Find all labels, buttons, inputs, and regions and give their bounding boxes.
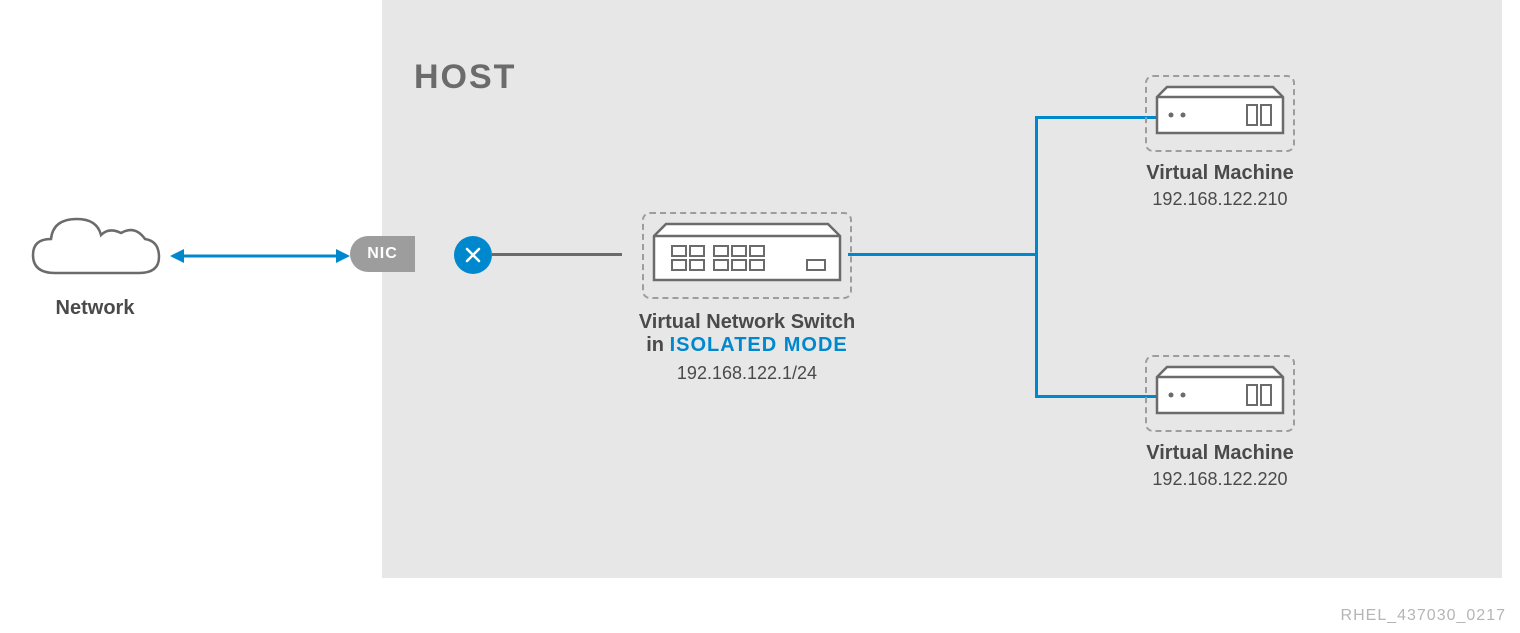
reference-id: RHEL_437030_0217: [1341, 607, 1506, 625]
host-container: HOST Virt: [382, 0, 1502, 578]
server-icon: [1155, 85, 1285, 137]
connector-line: [848, 253, 1038, 256]
switch-ip: 192.168.122.1/24: [612, 363, 882, 384]
switch-title: Virtual Network Switch: [612, 311, 882, 334]
switch-area: Virtual Network Switch in ISOLATED MODE …: [612, 212, 882, 384]
connector-line: [1035, 116, 1038, 398]
blocked-icon: [454, 236, 492, 274]
connector-line: [492, 253, 622, 256]
bidirectional-arrow-icon: [170, 246, 350, 266]
vm-device: [1145, 355, 1295, 432]
server-icon: [1155, 365, 1285, 417]
vm-2-ip: 192.168.122.220: [1120, 469, 1320, 490]
vm-device: [1145, 75, 1295, 152]
switch-mode-name: ISOLATED MODE: [670, 334, 848, 356]
vm-1-area: Virtual Machine 192.168.122.210: [1120, 75, 1320, 210]
network-label: Network: [20, 297, 170, 320]
vm-2-area: Virtual Machine 192.168.122.220: [1120, 355, 1320, 490]
switch-device: [642, 212, 852, 299]
nic-label: NIC: [350, 236, 415, 272]
vm-2-label: Virtual Machine: [1120, 442, 1320, 465]
cloud-icon: [20, 205, 170, 285]
switch-mode-prefix: in: [646, 334, 669, 356]
switch-icon: [652, 222, 842, 284]
switch-mode: in ISOLATED MODE: [612, 334, 882, 357]
vm-1-label: Virtual Machine: [1120, 162, 1320, 185]
network-area: Network: [20, 205, 170, 320]
vm-1-ip: 192.168.122.210: [1120, 189, 1320, 210]
switch-labels: Virtual Network Switch in ISOLATED MODE …: [612, 311, 882, 384]
host-label: HOST: [414, 58, 516, 97]
